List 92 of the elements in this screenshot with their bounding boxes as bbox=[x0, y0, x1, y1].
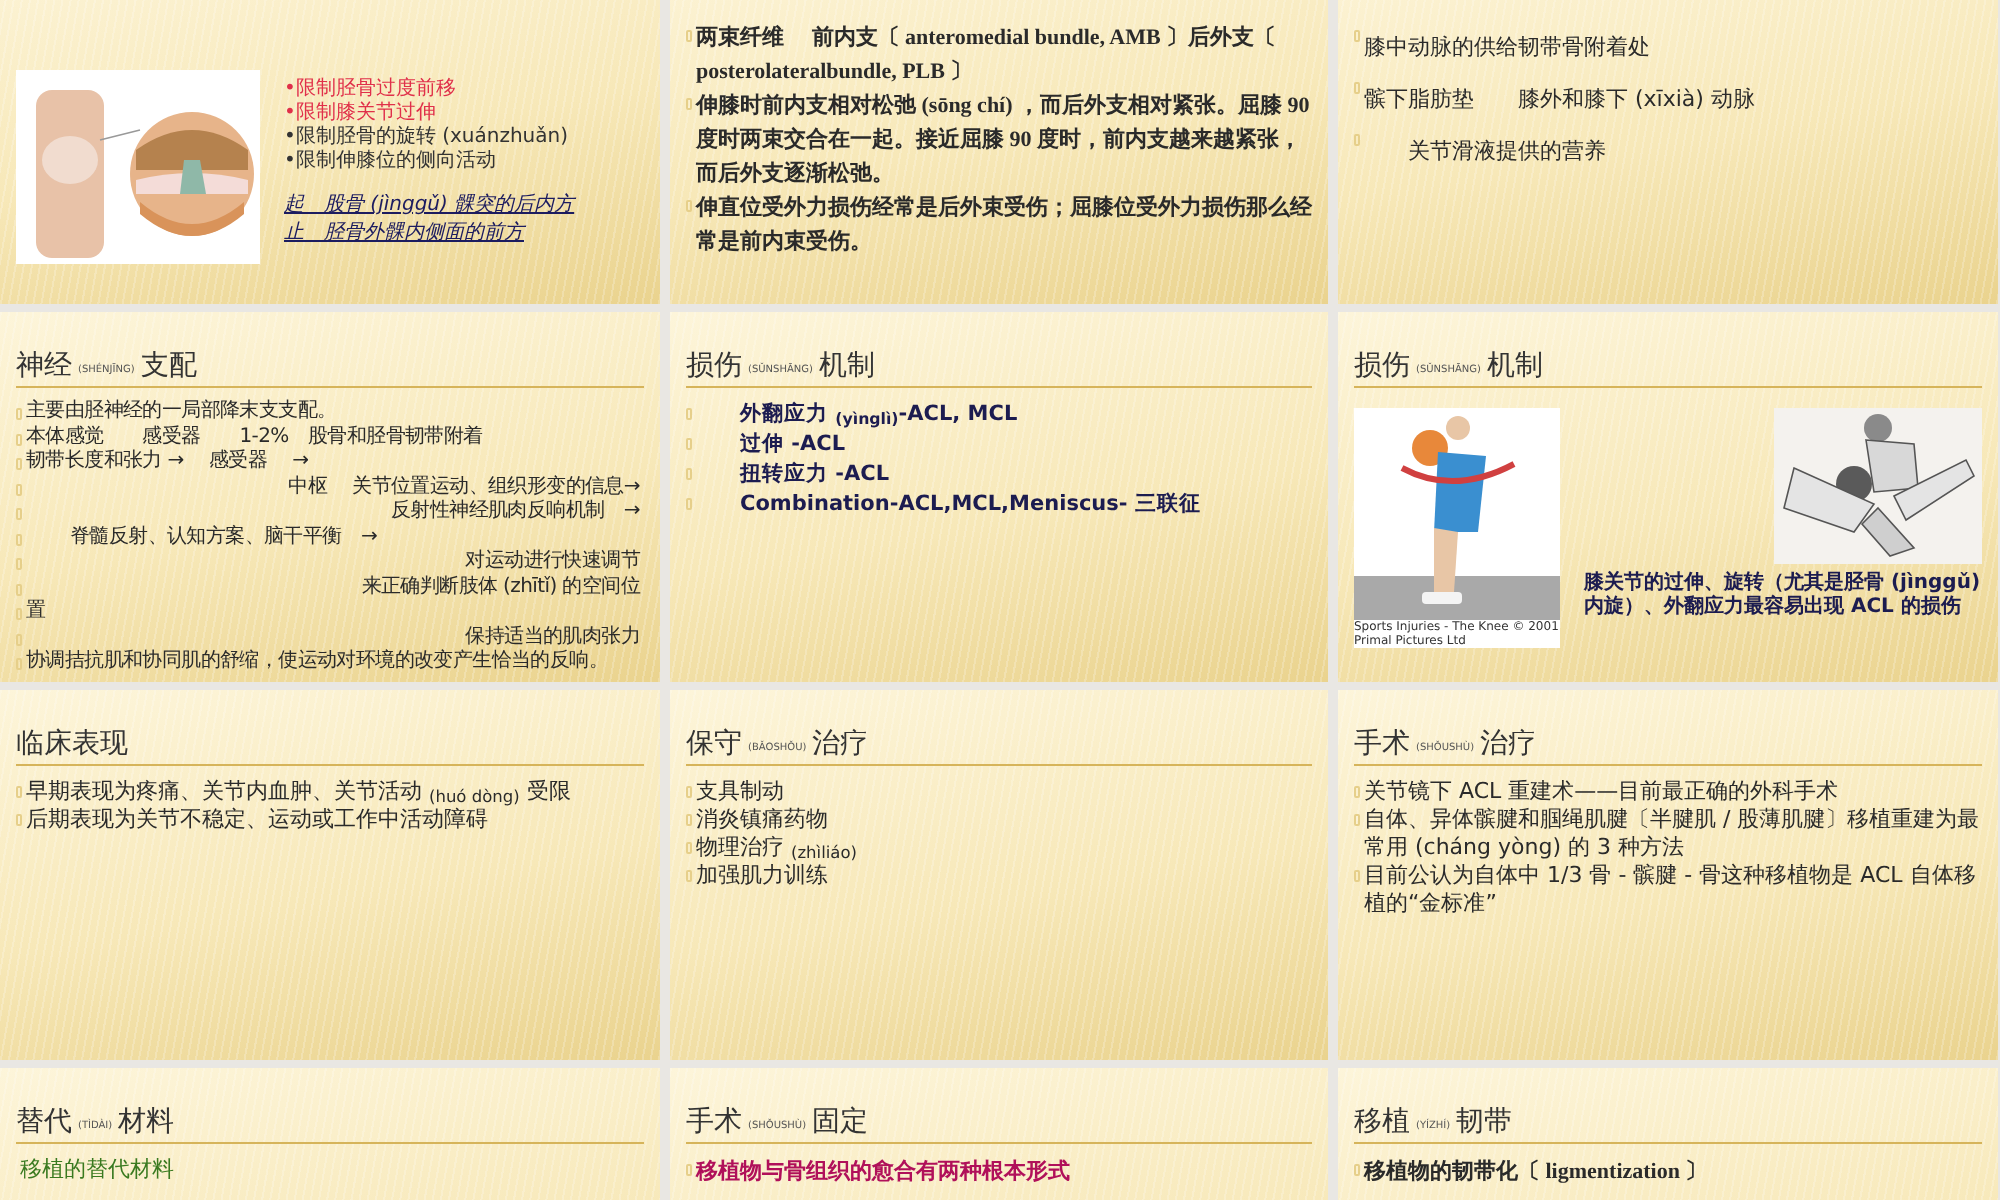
bullet-text: 主要由胫神经的一局部降末支支配。 bbox=[26, 400, 337, 425]
slide-title: 治疗 bbox=[1480, 726, 1537, 762]
bullet-icon bbox=[686, 814, 692, 826]
bullet-icon bbox=[16, 483, 22, 495]
bullet-icon bbox=[1354, 30, 1360, 42]
bullet-icon bbox=[686, 200, 692, 212]
bullet-icon bbox=[686, 30, 692, 42]
bullet-text: 协调拮抗肌和协同肌的舒缩，使运动对环境的改变产生恰当的反响。 bbox=[26, 650, 609, 675]
bullet-icon bbox=[16, 633, 22, 645]
bullet-icon bbox=[1354, 82, 1360, 94]
bullet-text: 移植物的韧带化〔 ligmentization 〕 bbox=[1364, 1157, 1708, 1188]
bullet-icon bbox=[686, 468, 692, 480]
attachment-text: 起 股骨 (jìnggǔ) 髁突的后内方 bbox=[284, 194, 575, 218]
slide-title: 损伤 bbox=[686, 348, 742, 384]
bullet-text: Combination-ACL,MCL,Meniscus- 三联征 bbox=[740, 490, 1201, 520]
bullet-icon bbox=[16, 458, 22, 470]
bullet-icon bbox=[1354, 870, 1360, 882]
slide-title: 手术 bbox=[1354, 726, 1410, 762]
bullet-text: 物理治疗 $_{(zhìliáo)}$ bbox=[696, 834, 857, 862]
bullet-text: 加强肌力训练 bbox=[696, 862, 828, 890]
bullet-icon bbox=[1354, 134, 1360, 146]
bullet-icon bbox=[1354, 786, 1360, 798]
slide-thumbnail[interactable]: 膝中动脉的供给韧带骨附着处 髌下脂肪垫 膝外和膝下 (xīxià) 动脉 关节滑液提供的营养 bbox=[1338, 0, 1998, 304]
bullet-icon bbox=[686, 408, 692, 420]
bullet-text: 本体感觉 感受器 1-2% 股骨和胫骨韧带附着 bbox=[26, 425, 483, 449]
bullet-icon bbox=[1354, 814, 1360, 826]
note-text: •限制胫骨的旋转 (xuánzhuǎn) bbox=[284, 126, 570, 149]
bullet-text: 保持适当的肌肉张力 bbox=[465, 625, 640, 649]
bullet-text: 自体、异体髌腱和腘绳肌腱〔半腱肌 / 股薄肌腱〕移植重建为最常用 (cháng yòng) 的 3 种方法 bbox=[1364, 806, 1982, 862]
slide-title: 支配 bbox=[140, 348, 197, 384]
slide-thumbnail[interactable]: 临床表现 早期表现为疼痛、关节内血肿、关节活动 $_{(huó dòng)}$ 受限 后期表现为关节不稳定、运动或工作中活动障碍 bbox=[0, 690, 660, 1060]
bullet-icon bbox=[686, 98, 692, 110]
bullet-text: 脊髓反射、认知方案、脑干平衡 → bbox=[70, 525, 378, 550]
bullet-text: 两束纤维 前内支〔 anteromedial bundle, AMB 〕后外支〔 posterolateralbundle, PLB 〕 bbox=[696, 23, 1279, 88]
bullet-text: 对运动进行快速调节 bbox=[465, 550, 640, 575]
slide-title: 机制 bbox=[1486, 348, 1543, 384]
bullet-icon bbox=[16, 433, 22, 445]
bullet-icon bbox=[686, 1164, 692, 1176]
bullet-text: 置 bbox=[26, 600, 46, 625]
slide-title: 损伤 bbox=[1354, 348, 1410, 384]
bullet-text: 过伸 -ACL bbox=[740, 430, 846, 460]
bullet-icon bbox=[686, 786, 692, 798]
note-text: •限制伸膝位的侧向活动 bbox=[284, 150, 498, 174]
slide-title: 替代 bbox=[16, 1104, 72, 1140]
bullet-text: 韧带长度和张力 → 感受器 → bbox=[26, 450, 309, 475]
bullet-text: 外翻应力 $_{(yìnglì)}$-ACL, MCL bbox=[740, 400, 1018, 430]
slide-title: 保守 bbox=[686, 726, 742, 762]
figure-caption: 膝关节的过伸、旋转（尤其是胫骨 (jìnggǔ) 内旋）、外翻应力最容易出现 ACL 的损伤 bbox=[1584, 572, 1982, 620]
note-text: •限制膝关节过伸 bbox=[284, 102, 438, 125]
bullet-icon bbox=[686, 498, 692, 510]
bullet-icon bbox=[1354, 1164, 1360, 1176]
bullet-icon bbox=[16, 508, 22, 520]
bullet-icon bbox=[16, 558, 22, 570]
slide-title: 治疗 bbox=[812, 726, 869, 762]
bullet-text: 中枢 关节位置运动、组织形变的信息→ bbox=[288, 475, 640, 499]
slide-title: 移植 bbox=[1354, 1104, 1410, 1140]
bullet-text: 伸直位受外力损伤经常是后外束受伤；屈膝位受外力损伤那么经常是前内束受伤。 bbox=[696, 193, 1312, 258]
bullet-icon bbox=[686, 870, 692, 882]
bullet-text: 髌下脂肪垫 膝外和膝下 (xīxià) 动脉 bbox=[1364, 84, 1755, 116]
bullet-text: 支具制动 bbox=[696, 778, 784, 806]
slide-thumbnail[interactable]: •限制胫骨过度前移 •限制膝关节过伸 •限制胫骨的旋转 (xuánzhuǎn) •限制伸膝位的侧向活动 起 股骨 (jìnggǔ) 髁突的后内方 止 胫骨外髁内侧面的前方 bbox=[0, 0, 660, 304]
bullet-icon bbox=[686, 438, 692, 450]
bullet-icon bbox=[16, 786, 22, 798]
slide-title: 临床表现 bbox=[16, 726, 128, 762]
slide-title: 手术 bbox=[686, 1104, 742, 1140]
bullet-text: 关节滑液提供的营养 bbox=[1408, 136, 1606, 168]
bullet-icon bbox=[16, 608, 22, 620]
bullet-text: 移植的替代材料 bbox=[20, 1156, 174, 1184]
slide-title: 韧带 bbox=[1456, 1104, 1513, 1140]
bullet-icon bbox=[16, 408, 22, 420]
bullet-text: 关节镜下 ACL 重建术——目前最正确的外科手术 bbox=[1364, 778, 1839, 806]
bullet-icon bbox=[686, 842, 692, 854]
bullet-text: 目前公认为自体中 1/3 骨 - 髌腱 - 骨这种移植物是 ACL 自体移植的“金标准” bbox=[1364, 862, 1978, 918]
slide-title: 材料 bbox=[118, 1104, 175, 1140]
bullet-icon bbox=[16, 533, 22, 545]
slide-title: 固定 bbox=[812, 1104, 869, 1140]
bullet-icon bbox=[16, 583, 22, 595]
bullet-text: 消炎镇痛药物 bbox=[696, 806, 828, 834]
note-text: •限制胫骨过度前移 bbox=[284, 78, 458, 101]
attachment-text: 止 胫骨外髁内侧面的前方 bbox=[284, 222, 528, 246]
bullet-text: 后期表现为关节不稳定、运动或工作中活动障碍 bbox=[26, 806, 488, 834]
slide-title: 机制 bbox=[818, 348, 875, 384]
bullet-text: 反射性神经肌肉反响机制 → bbox=[391, 500, 640, 525]
slide-thumbnail[interactable]: 两束纤维 前内支〔 anteromedial bundle, AMB 〕后外支〔 posterolateralbundle, PLB 〕 伸膝时前内支相对松弛 (sōng chí) ，而后外支相对紧张。屈膝 90 度时两束交合在一起。接近屈膝 90 度时，前内支越来越紧张，而后外支逐渐松弛。 伸直位受外力损伤经常是后外束受伤；屈膝位受外力损伤那么经常是前内束受伤。 bbox=[670, 0, 1328, 304]
slide-title: 神经 bbox=[16, 348, 72, 384]
bullet-text: 移植物与骨组织的愈合有两种根本形式 bbox=[696, 1157, 1070, 1188]
bullet-icon bbox=[16, 814, 22, 826]
bullet-text: 伸膝时前内支相对松弛 (sōng chí) ，而后外支相对紧张。屈膝 90 度时两束交合在一起。接近屈膝 90 度时，前内支越来越紧张，而后外支逐渐松弛。 bbox=[696, 91, 1312, 190]
bullet-text: 早期表现为疼痛、关节内血肿、关节活动 $_{(huó dòng)}$ 受限 bbox=[26, 778, 571, 806]
bullet-text: 膝中动脉的供给韧带骨附着处 bbox=[1364, 32, 1650, 64]
bullet-text: 扭转应力 -ACL bbox=[740, 460, 890, 490]
bullet-text: 来正确判断肢体 (zhītǐ) 的空间位 bbox=[361, 575, 640, 600]
